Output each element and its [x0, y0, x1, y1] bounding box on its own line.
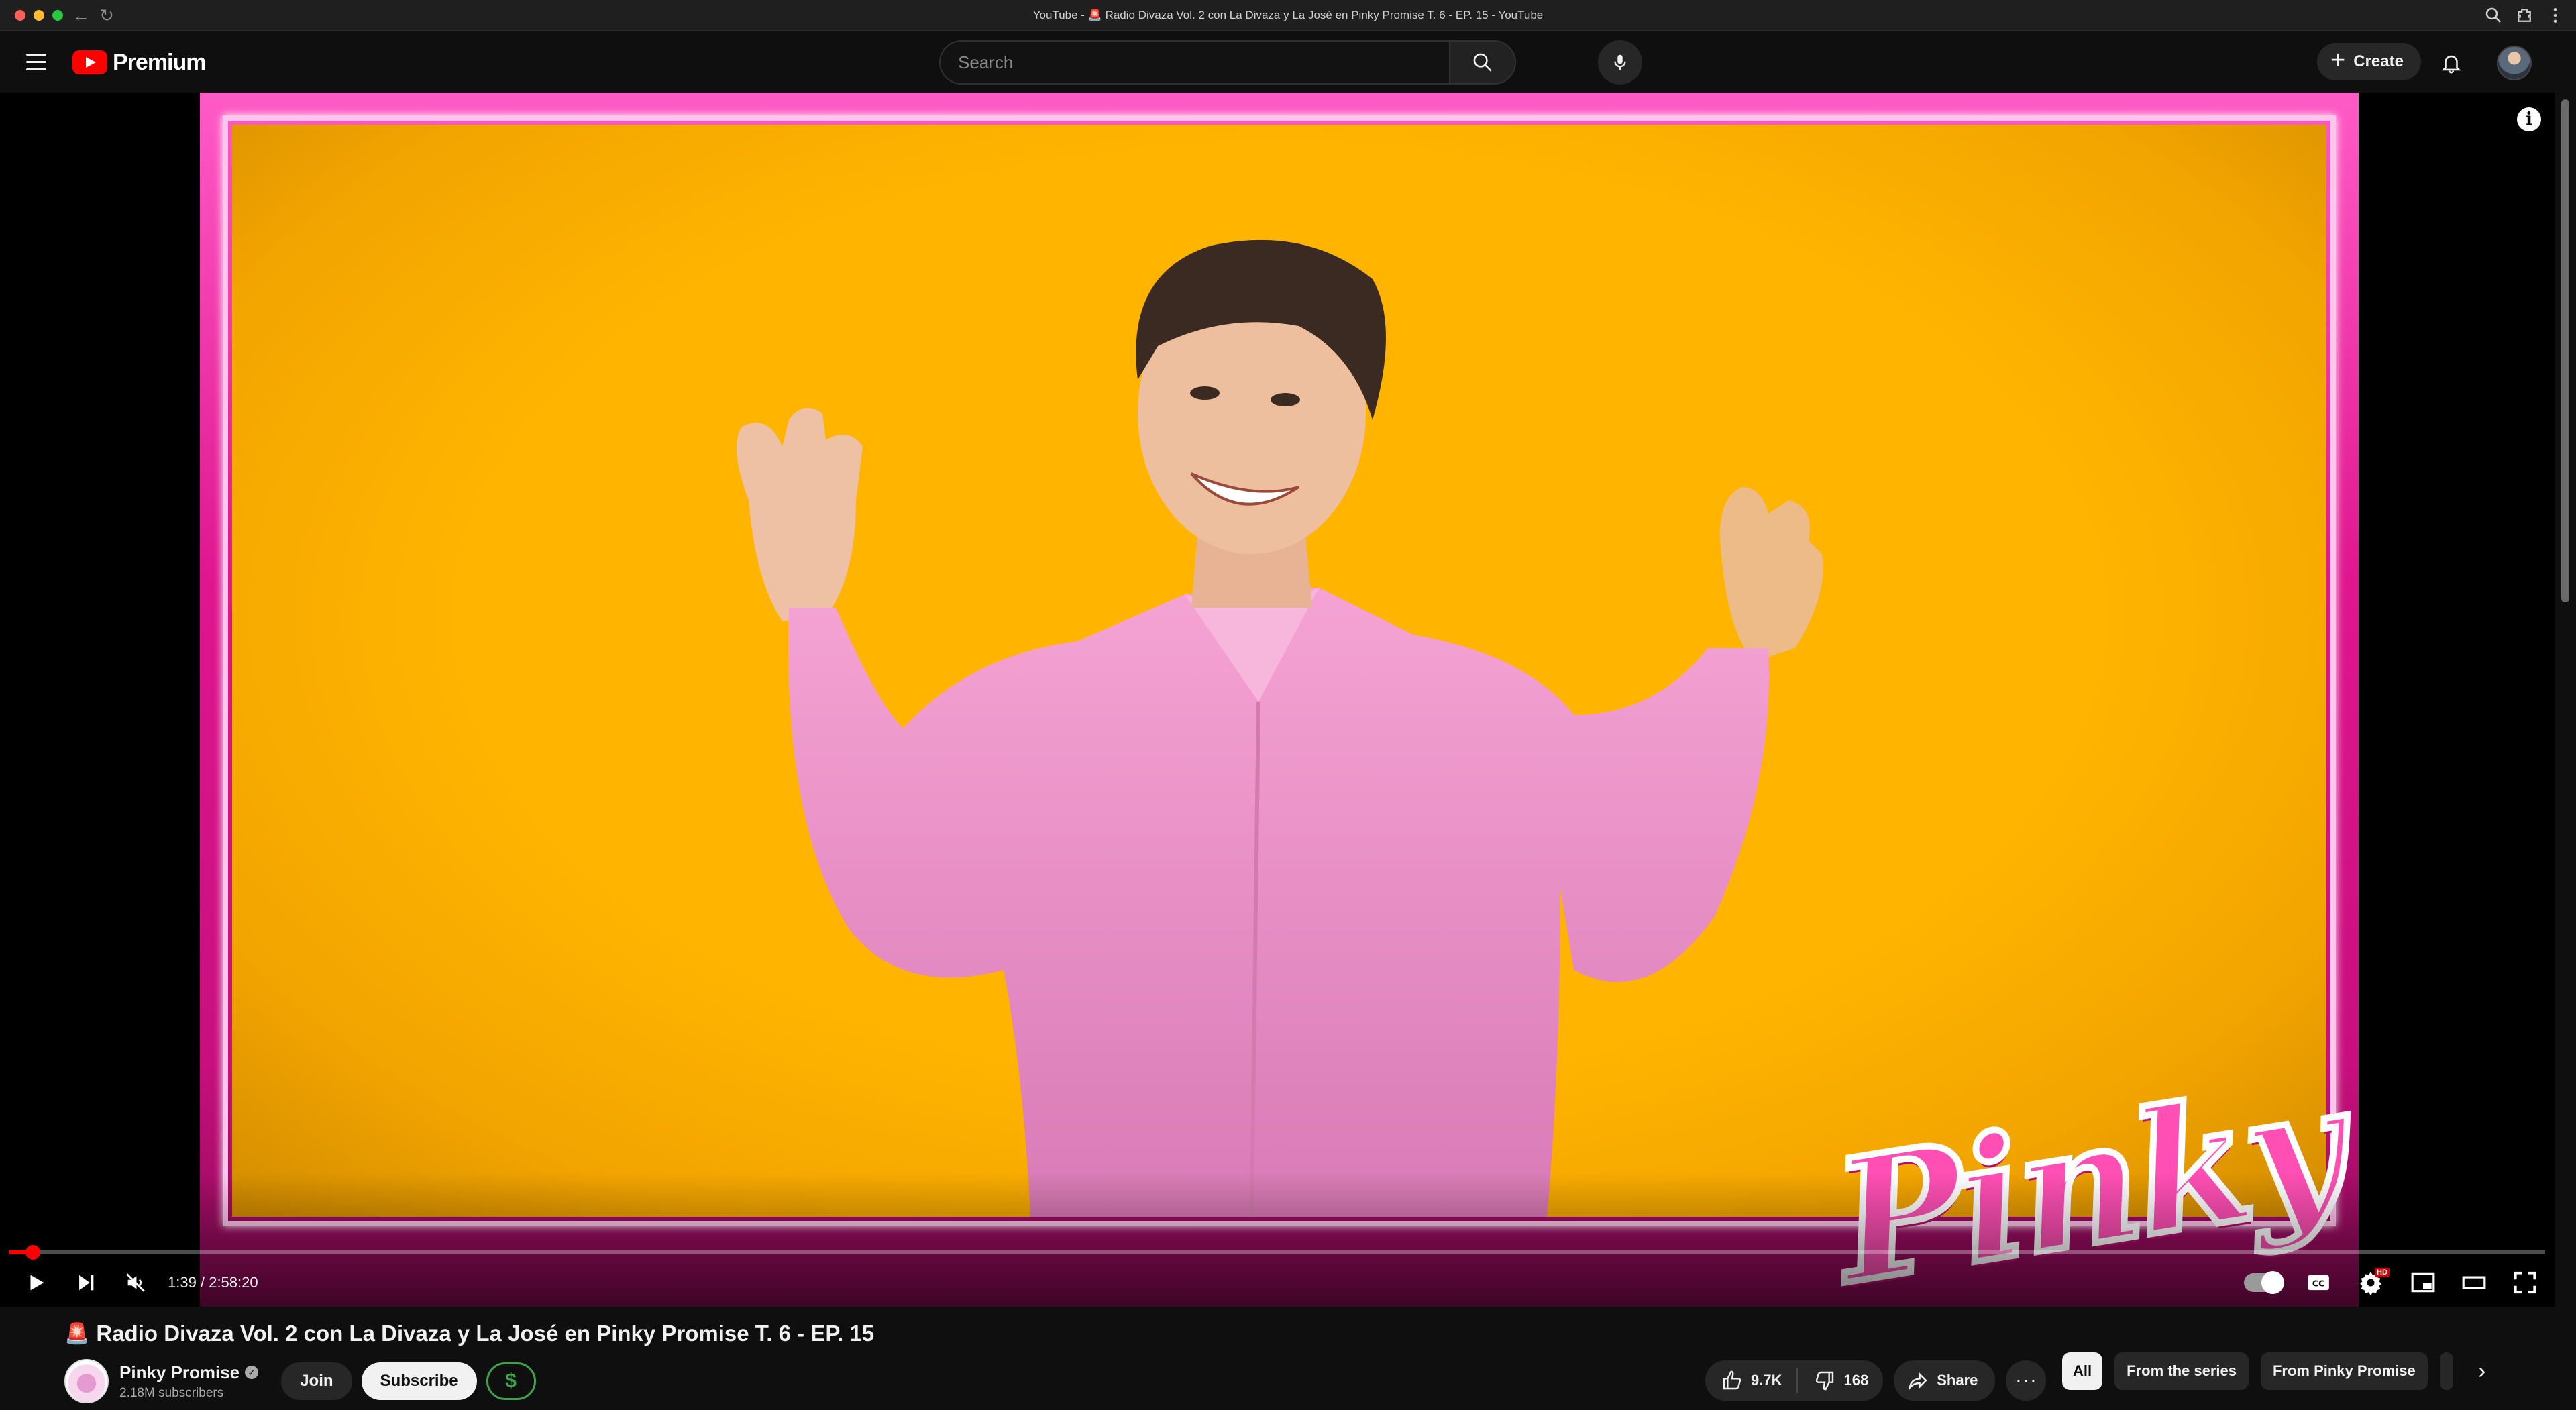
chevron-right-icon[interactable]: › [2465, 1354, 2499, 1388]
like-dislike-group: 9.7K 168 [1705, 1360, 1884, 1401]
frame-glow [223, 115, 2336, 1226]
microphone-icon [1614, 54, 1626, 70]
duration: 2:58:20 [209, 1274, 258, 1291]
progress-bar[interactable] [9, 1245, 2545, 1260]
close-window-button[interactable] [15, 10, 25, 21]
chip-from-the-series[interactable]: From the series [2114, 1352, 2249, 1390]
youtube-play-logo-icon [72, 50, 107, 74]
scrubber-handle[interactable] [25, 1245, 41, 1260]
verified-check-icon: ✓ [245, 1366, 259, 1379]
related-filter-chips: All From the series From Pinky Promise › [2062, 1351, 2499, 1391]
maximize-window-button[interactable] [52, 10, 63, 21]
play-button[interactable] [19, 1265, 54, 1300]
account-avatar[interactable] [2497, 46, 2532, 80]
hd-badge: HD [2375, 1268, 2390, 1277]
join-button[interactable]: Join [281, 1362, 352, 1400]
logo-text: Premium [113, 49, 206, 75]
notifications-button[interactable] [2432, 44, 2470, 82]
share-label: Share [1937, 1372, 1978, 1389]
youtube-premium-logo[interactable]: Premium [72, 50, 206, 75]
siren-emoji-icon: 🚨 [64, 1322, 90, 1345]
channel-name-line: Pinky Promise ✓ [119, 1362, 259, 1383]
time-display: 1:39 / 2:58:20 [168, 1265, 258, 1300]
search-input[interactable] [939, 40, 1449, 85]
next-video-button[interactable] [68, 1265, 103, 1300]
search-icon [1473, 53, 1492, 72]
reload-icon[interactable]: ↻ [95, 4, 118, 27]
chip-all[interactable]: All [2062, 1352, 2103, 1390]
volume-muted-icon [126, 1273, 145, 1292]
fullscreen-icon [2514, 1271, 2536, 1294]
closed-captions-icon: CC [2308, 1275, 2329, 1291]
minimize-window-button[interactable] [34, 10, 44, 21]
theater-mode-button[interactable] [2455, 1265, 2493, 1300]
theater-icon [2462, 1276, 2486, 1289]
video-player[interactable]: Pinky i 1:39 / 2:58:20 CC HD [0, 93, 2555, 1307]
plus-icon: + [2330, 46, 2346, 74]
svg-text:CC: CC [2312, 1279, 2325, 1289]
subtitles-button[interactable]: CC [2300, 1265, 2337, 1300]
channel-avatar[interactable] [64, 1359, 109, 1403]
page-scrollbar[interactable] [2555, 93, 2576, 1410]
dislike-count: 168 [1843, 1372, 1869, 1389]
controls-gradient [0, 1173, 2555, 1307]
chip-from-pinky-promise[interactable]: From Pinky Promise [2260, 1352, 2428, 1390]
search-bar [939, 40, 1516, 85]
video-title-row: 🚨 Radio Divaza Vol. 2 con La Divaza y La… [64, 1319, 874, 1348]
skip-next-icon [79, 1275, 94, 1291]
thanks-dollar-button[interactable]: $ [486, 1362, 536, 1400]
browser-chrome: ← ↻ YouTube - 🚨 Radio Divaza Vol. 2 con … [0, 0, 2576, 31]
voice-search-button[interactable] [1598, 40, 1642, 85]
scrollbar-thumb[interactable] [2561, 99, 2569, 602]
thumbs-up-icon [1723, 1370, 1741, 1390]
zoom-icon[interactable] [2483, 5, 2504, 25]
fullscreen-button[interactable] [2506, 1265, 2544, 1300]
miniplayer-icon [2411, 1272, 2435, 1293]
back-arrow-icon[interactable]: ← [70, 4, 93, 27]
search-button[interactable] [1449, 40, 1516, 85]
bell-icon [2441, 55, 2461, 74]
play-icon [30, 1275, 44, 1291]
chip-overflow[interactable] [2439, 1352, 2453, 1390]
more-actions-button[interactable]: ··· [2006, 1360, 2047, 1401]
miniplayer-button[interactable] [2404, 1265, 2442, 1300]
dislike-button[interactable]: 168 [1798, 1360, 1883, 1401]
autoplay-toggle[interactable] [2244, 1271, 2284, 1294]
time-separator: / [200, 1274, 205, 1291]
owner-row: Pinky Promise ✓ 2.18M subscribers Join S… [64, 1358, 545, 1405]
thumbs-down-icon [1816, 1371, 1834, 1391]
channel-name[interactable]: Pinky Promise [119, 1362, 239, 1383]
video-frame-border: Pinky [200, 93, 2359, 1307]
like-count: 9.7K [1751, 1372, 1782, 1389]
create-button[interactable]: + Create [2317, 43, 2421, 80]
window-title: YouTube - 🚨 Radio Divaza Vol. 2 con La D… [1032, 9, 1544, 21]
masthead: Premium + Create [0, 31, 2576, 93]
info-icon[interactable]: i [2517, 107, 2541, 131]
action-buttons: 9.7K 168 Share ··· [1705, 1360, 2047, 1401]
extensions-icon[interactable] [2514, 5, 2534, 25]
browser-menu-icon[interactable] [2545, 5, 2565, 25]
channel-info: Pinky Promise ✓ 2.18M subscribers [119, 1362, 259, 1401]
subscriber-count: 2.18M subscribers [119, 1385, 224, 1400]
create-label: Create [2353, 52, 2404, 70]
share-button[interactable]: Share [1894, 1360, 1996, 1401]
current-time: 1:39 [168, 1274, 197, 1291]
video-title: Radio Divaza Vol. 2 con La Divaza y La J… [96, 1321, 875, 1346]
like-button[interactable]: 9.7K [1705, 1360, 1796, 1401]
mute-button[interactable] [118, 1265, 153, 1300]
guide-menu-icon[interactable] [20, 46, 52, 78]
subscribe-button[interactable]: Subscribe [361, 1362, 477, 1400]
share-arrow-icon [1909, 1372, 1927, 1391]
